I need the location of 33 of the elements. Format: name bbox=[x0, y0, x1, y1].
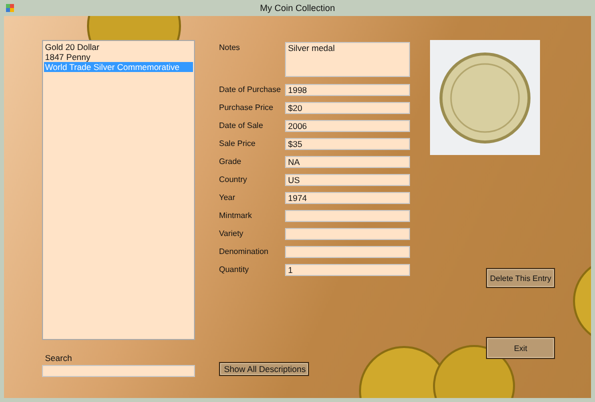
field-label: Notes bbox=[219, 42, 241, 54]
field-label: Sale Price bbox=[219, 138, 256, 150]
field-label: Grade bbox=[219, 156, 242, 168]
input-field[interactable] bbox=[285, 246, 410, 258]
field-label: Variety bbox=[219, 228, 244, 240]
app-icon bbox=[6, 4, 15, 12]
field-label: Date of Sale bbox=[219, 120, 264, 132]
input-field[interactable]: NA bbox=[285, 156, 410, 168]
input-field[interactable]: 1974 bbox=[285, 192, 410, 204]
delete-entry-button[interactable]: Delete This Entry bbox=[486, 268, 556, 288]
input-field[interactable]: 1998 bbox=[285, 84, 410, 96]
notes-field[interactable]: Silver medal bbox=[285, 42, 410, 77]
field-label: Purchase Price bbox=[219, 102, 274, 114]
input-field[interactable]: 2006 bbox=[285, 120, 410, 132]
list-item[interactable]: 1847 Penny bbox=[44, 52, 193, 62]
input-field[interactable]: $35 bbox=[285, 138, 410, 150]
field-label: Denomination bbox=[219, 246, 270, 258]
input-field[interactable]: US bbox=[285, 174, 410, 186]
search-field[interactable] bbox=[42, 365, 195, 377]
list-item[interactable]: Gold 20 Dollar bbox=[44, 42, 193, 52]
field-label: Year bbox=[219, 192, 236, 204]
search-label: Search bbox=[45, 353, 73, 363]
show-all-button[interactable]: Show All Descriptions bbox=[219, 362, 309, 376]
window-title: My Coin Collection bbox=[258, 3, 336, 13]
input-field[interactable]: $20 bbox=[285, 102, 410, 114]
field-label: Mintmark bbox=[219, 210, 253, 222]
exit-button[interactable]: Exit bbox=[486, 337, 556, 359]
field-label: Quantity bbox=[219, 264, 250, 276]
input-field[interactable] bbox=[285, 210, 410, 222]
field-label: Country bbox=[219, 174, 248, 186]
input-field[interactable]: 1 bbox=[285, 264, 410, 276]
field-label: Date of Purchase bbox=[219, 84, 282, 96]
input-field[interactable] bbox=[285, 228, 410, 240]
